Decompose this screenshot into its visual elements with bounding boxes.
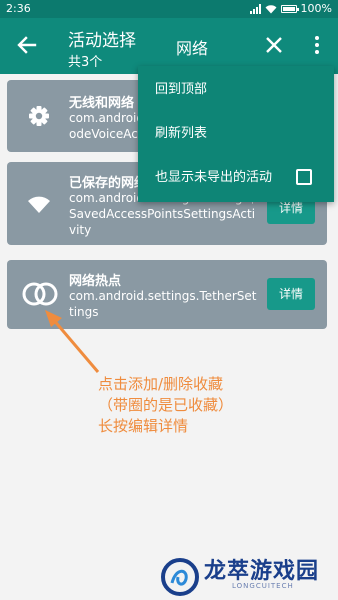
annotation-line: （带圈的是已收藏） bbox=[98, 396, 234, 414]
wifi-icon bbox=[265, 4, 277, 13]
overflow-menu: 回到顶部 刷新列表 也显示未导出的活动 bbox=[138, 66, 334, 202]
list-item[interactable]: 网络热点 com.android.settings.TetherSet ting… bbox=[7, 260, 327, 329]
battery-level: 100% bbox=[300, 2, 332, 15]
search-input[interactable]: 网络 bbox=[176, 35, 208, 59]
close-icon[interactable] bbox=[263, 34, 285, 56]
back-arrow-icon[interactable] bbox=[14, 32, 40, 58]
status-bar: 2:36 100% bbox=[0, 0, 338, 18]
favorite-rings-icon bbox=[22, 282, 58, 306]
annotation-line: 点击添加/删除收藏 bbox=[98, 375, 224, 393]
detail-button[interactable]: 详情 bbox=[267, 278, 315, 310]
signal-icon bbox=[249, 3, 261, 14]
annotation-line: 长按编辑详情 bbox=[98, 417, 189, 435]
watermark-logo-icon bbox=[161, 558, 199, 596]
activity-name: 网络热点 bbox=[69, 274, 122, 289]
watermark-subtitle: LONGCUITECH bbox=[232, 582, 294, 590]
status-icons: 100% bbox=[249, 2, 332, 15]
battery-icon bbox=[280, 4, 299, 13]
watermark-title: 龙萃游戏园 bbox=[204, 559, 320, 584]
show-unexported-checkbox[interactable] bbox=[296, 169, 312, 185]
menu-item-refresh[interactable]: 刷新列表 bbox=[138, 112, 334, 156]
menu-item-label: 也显示未导出的活动 bbox=[155, 170, 273, 185]
more-vert-icon[interactable] bbox=[306, 34, 328, 56]
annotation-text: 点击添加/删除收藏 （带圈的是已收藏） 长按编辑详情 bbox=[98, 374, 328, 437]
menu-item-show-unexported[interactable]: 也显示未导出的活动 bbox=[138, 156, 334, 200]
settings-gear-icon bbox=[29, 106, 49, 126]
status-time: 2:36 bbox=[6, 2, 31, 15]
page-title: 活动选择 bbox=[68, 31, 136, 51]
activity-name: 已保存的网络 bbox=[69, 176, 148, 191]
activity-name: 无线和网络 bbox=[69, 96, 135, 111]
wifi-icon bbox=[28, 196, 50, 213]
watermark: 龙萃游戏园 LONGCUITECH bbox=[160, 553, 338, 599]
package-line: vity bbox=[69, 223, 92, 237]
result-count: 共3个 bbox=[68, 55, 103, 70]
menu-item-scroll-top[interactable]: 回到顶部 bbox=[138, 68, 334, 112]
